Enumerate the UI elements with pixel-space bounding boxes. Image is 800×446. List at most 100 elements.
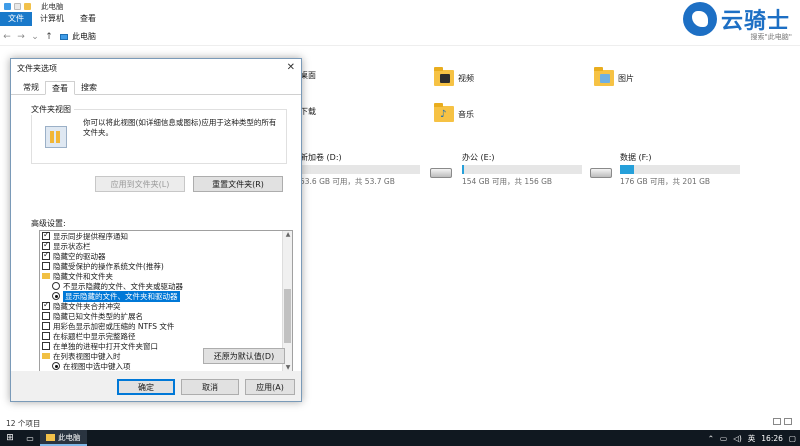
radio-button[interactable] — [52, 362, 60, 370]
folder-icon — [42, 353, 50, 359]
close-icon[interactable]: ✕ — [287, 62, 295, 73]
setting-row[interactable]: 隐藏受保护的操作系统文件(推荐) — [42, 261, 292, 271]
clock[interactable]: 16:26 — [761, 434, 783, 443]
drive-d[interactable]: 新加卷 (D:) 53.6 GB 可用，共 53.7 GB — [300, 152, 420, 187]
folder-music[interactable]: ♪ 音乐 — [434, 103, 474, 122]
music-folder-icon: ♪ — [434, 103, 454, 122]
ribbon-tab-view[interactable]: 查看 — [72, 12, 104, 26]
computer-icon — [4, 2, 11, 10]
folder-options-dialog: 文件夹选项 ✕ 常规 查看 搜索 文件夹视图 你可以将此视图(如详细信息或图标)… — [10, 58, 302, 402]
folder-label: 桌面 — [300, 71, 316, 80]
scroll-down-icon[interactable]: ▼ — [283, 364, 292, 371]
setting-row[interactable]: 用彩色显示加密或压缩的 NTFS 文件 — [42, 321, 292, 331]
tab-view[interactable]: 查看 — [45, 81, 75, 95]
setting-row[interactable]: 显示隐藏的文件、文件夹和驱动器 — [42, 290, 292, 302]
setting-label: 在视图中选中键入项 — [63, 361, 131, 371]
ime-indicator[interactable]: 英 — [748, 433, 756, 444]
cancel-button[interactable]: 取消 — [181, 379, 239, 395]
checkbox[interactable] — [42, 322, 50, 330]
taskbar: ⊞ ▭ 此电脑 ⌃ ▭ ◁) 英 16:26 ▢ — [0, 430, 800, 446]
checkbox[interactable] — [42, 231, 50, 240]
address-bar: ← → ⌄ ↑ 此电脑 搜索"此电脑" — [0, 28, 800, 46]
chevron-up-icon[interactable]: ⌃ — [708, 434, 714, 443]
watermark-logo: 云骑士 — [682, 2, 790, 36]
breadcrumb-this-pc[interactable]: 此电脑 — [72, 31, 96, 42]
tab-search[interactable]: 搜索 — [75, 81, 103, 94]
notifications-icon[interactable]: ▢ — [789, 434, 796, 443]
network-icon[interactable]: ▭ — [720, 434, 727, 443]
forward-icon[interactable]: → — [14, 32, 28, 42]
restore-defaults-button[interactable]: 还原为默认值(D) — [203, 348, 285, 364]
ribbon-tab-computer[interactable]: 计算机 — [32, 12, 72, 26]
drive-space-info: 53.6 GB 可用，共 53.7 GB — [300, 177, 395, 186]
dialog-button-bar: 确定 取消 应用(A) — [11, 371, 301, 401]
setting-row[interactable]: 隐藏文件和文件夹 — [42, 271, 292, 281]
drive-space-info: 176 GB 可用，共 201 GB — [620, 177, 711, 186]
checkbox[interactable] — [42, 312, 50, 320]
folder-pictures[interactable]: 图片 — [594, 67, 634, 86]
folder-views-description: 你可以将此视图(如详细信息或图标)应用于这种类型的所有文件夹。 — [83, 118, 277, 137]
scroll-up-icon[interactable]: ▲ — [283, 231, 292, 238]
status-item-count: 12 个项目 — [6, 419, 41, 428]
video-folder-icon — [434, 67, 454, 86]
recent-dropdown-icon[interactable]: ⌄ — [28, 32, 42, 42]
dialog-title: 文件夹选项 — [17, 63, 57, 73]
breadcrumb[interactable]: 此电脑 — [60, 31, 96, 42]
folder-label: 图片 — [618, 73, 634, 83]
content-area: 桌面 视频 图片 下载 ♪ 音乐 新加卷 (D:) 53.6 GB 可用，共 5… — [300, 48, 800, 418]
quick-access-toolbar — [0, 2, 31, 10]
advanced-settings-label: 高级设置: — [31, 219, 66, 228]
folder-videos[interactable]: 视频 — [434, 67, 474, 86]
view-tab-panel: 文件夹视图 你可以将此视图(如详细信息或图标)应用于这种类型的所有文件夹。 应用… — [17, 96, 297, 372]
setting-row[interactable]: 隐藏文件夹合并冲突 — [42, 300, 292, 311]
back-icon[interactable]: ← — [0, 32, 14, 42]
properties-icon[interactable] — [14, 2, 21, 10]
folder-label: 下载 — [300, 107, 316, 116]
checkbox[interactable] — [42, 342, 50, 350]
folder-desktop[interactable]: 桌面 — [300, 70, 316, 81]
drive-f[interactable]: 数据 (F:) 176 GB 可用，共 201 GB — [620, 152, 740, 187]
dialog-title-bar: 文件夹选项 ✕ — [11, 59, 301, 77]
setting-row[interactable]: 在标题栏中显示完整路径 — [42, 331, 292, 341]
folder-views-group: 文件夹视图 你可以将此视图(如详细信息或图标)应用于这种类型的所有文件夹。 — [31, 104, 287, 164]
tab-general[interactable]: 常规 — [17, 81, 45, 94]
folder-views-title: 文件夹视图 — [31, 104, 74, 115]
large-icons-view-icon[interactable] — [784, 418, 792, 425]
drive-usage-bar — [462, 165, 582, 174]
setting-row[interactable]: 显示状态栏 — [42, 240, 292, 251]
checkbox[interactable] — [42, 300, 50, 310]
taskbar-item-explorer[interactable]: 此电脑 — [40, 430, 87, 446]
folder-downloads[interactable]: 下载 — [300, 106, 316, 117]
reset-folders-button[interactable]: 重置文件夹(R) — [193, 176, 283, 192]
folder-icon — [46, 433, 55, 441]
ribbon-tab-file[interactable]: 文件 — [0, 12, 32, 26]
taskbar-item-label: 此电脑 — [58, 432, 81, 442]
checkbox[interactable] — [42, 262, 50, 270]
checkbox[interactable] — [42, 240, 50, 250]
title-bar: 此电脑 — [0, 0, 800, 12]
start-icon[interactable]: ⊞ — [0, 433, 20, 443]
hard-drive-icon — [430, 168, 452, 178]
volume-icon[interactable]: ◁) — [733, 434, 742, 443]
drive-e[interactable]: 办公 (E:) 154 GB 可用，共 156 GB — [462, 152, 582, 187]
setting-row[interactable]: 不显示隐藏的文件、文件夹或驱动器 — [42, 281, 292, 291]
details-view-icon[interactable] — [773, 418, 781, 425]
apply-to-folders-button[interactable]: 应用到文件夹(L) — [95, 176, 185, 192]
folder-label: 音乐 — [458, 109, 474, 119]
drive-usage-bar — [620, 165, 740, 174]
setting-row[interactable]: 隐藏已知文件类型的扩展名 — [42, 311, 292, 321]
up-icon[interactable]: ↑ — [42, 32, 56, 42]
task-view-icon[interactable]: ▭ — [20, 434, 40, 443]
hard-drive-icon — [590, 168, 612, 178]
watermark-text: 云骑士 — [720, 9, 790, 34]
scroll-thumb[interactable] — [284, 289, 291, 343]
ok-button[interactable]: 确定 — [117, 379, 175, 395]
new-folder-icon[interactable] — [24, 2, 31, 10]
apply-button[interactable]: 应用(A) — [245, 379, 295, 395]
radio-button[interactable] — [52, 282, 60, 290]
setting-row[interactable]: 隐藏空的驱动器 — [42, 250, 292, 261]
radio-button[interactable] — [52, 292, 60, 300]
checkbox[interactable] — [42, 250, 50, 260]
checkbox[interactable] — [42, 332, 50, 340]
setting-row[interactable]: 显示同步提供程序通知 — [42, 231, 292, 241]
